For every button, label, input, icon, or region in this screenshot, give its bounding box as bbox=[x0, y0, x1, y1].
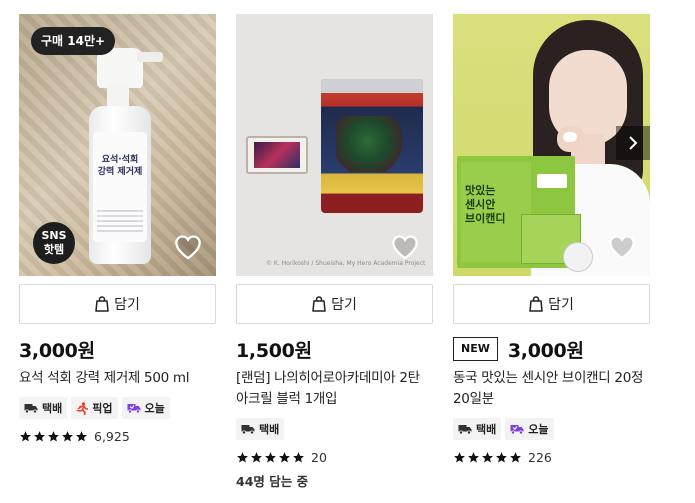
delivery-tag: 택배 bbox=[236, 418, 285, 440]
add-to-cart-label: 담기 bbox=[548, 297, 574, 313]
star-icon bbox=[48, 431, 59, 442]
price-row: 1,500원 bbox=[236, 336, 433, 362]
rating-row: 226 bbox=[453, 450, 650, 465]
tag-label: 택배 bbox=[42, 402, 63, 415]
price-row: 3,000원 bbox=[19, 336, 216, 362]
star-icon bbox=[454, 452, 465, 463]
chevron-right-icon bbox=[629, 136, 638, 150]
bottle-label-fineprint bbox=[97, 210, 143, 232]
review-count: 20 bbox=[311, 450, 327, 465]
rating-row: 20 bbox=[236, 450, 433, 465]
today-delivery-icon bbox=[510, 425, 524, 435]
new-badge: NEW bbox=[453, 337, 498, 361]
star-icon bbox=[279, 452, 290, 463]
next-image-button[interactable] bbox=[616, 126, 650, 160]
sns-hot-item-badge: SNS 핫템 bbox=[33, 222, 75, 264]
star-rating bbox=[453, 451, 522, 464]
star-icon bbox=[237, 452, 248, 463]
tag-label: 픽업 bbox=[92, 402, 113, 415]
blind-pack-artwork bbox=[336, 116, 406, 172]
add-to-cart-button[interactable]: 담기 bbox=[453, 284, 650, 324]
heart-icon[interactable] bbox=[608, 234, 636, 260]
star-icon bbox=[482, 452, 493, 463]
shopping-bag-icon bbox=[529, 296, 543, 312]
star-icon bbox=[265, 452, 276, 463]
add-to-cart-label: 담기 bbox=[331, 297, 357, 313]
today-tag: 오늘 bbox=[505, 418, 554, 440]
add-to-cart-button[interactable]: 담기 bbox=[19, 284, 216, 324]
product-card[interactable]: 요석·석회 강력 제거제 구매 14만+ SNS 핫템 담기 3,000원 요석… bbox=[19, 14, 216, 444]
review-count: 226 bbox=[528, 450, 552, 465]
delivery-tags: 택배 픽업 오늘 bbox=[19, 397, 216, 419]
candy-pill bbox=[563, 132, 577, 142]
product-name[interactable]: 동국 맛있는 센시안 브이캔디 20정 20일분 bbox=[453, 368, 650, 410]
product-image[interactable]: 요석·석회 강력 제거제 구매 14만+ SNS 핫템 bbox=[19, 14, 216, 276]
product-image[interactable]: © K. Horikoshi / Shueisha, My Hero Acade… bbox=[236, 14, 433, 276]
star-icon bbox=[20, 431, 31, 442]
delivery-truck-icon bbox=[458, 425, 472, 435]
delivery-truck-icon bbox=[24, 404, 38, 414]
star-icon bbox=[62, 431, 73, 442]
bottle-label-text: 요석·석회 강력 제거제 bbox=[97, 155, 143, 177]
product-name[interactable]: [랜덤] 나의히어로아카데미아 2탄 아크릴 블럭 1개입 bbox=[236, 368, 433, 410]
star-icon bbox=[496, 452, 507, 463]
product-price: 1,500원 bbox=[236, 339, 312, 362]
product-box-text: 맛있는 센시안 브이캔디 bbox=[465, 184, 506, 225]
product-price: 3,000원 bbox=[507, 339, 584, 362]
delivery-tag: 택배 bbox=[453, 418, 502, 440]
star-icon bbox=[510, 452, 521, 463]
product-price: 3,000원 bbox=[19, 339, 95, 362]
pickup-tag: 픽업 bbox=[71, 397, 118, 419]
delivery-tag: 택배 bbox=[19, 397, 68, 419]
star-icon bbox=[293, 452, 304, 463]
delivery-tags: 택배 오늘 bbox=[453, 418, 650, 440]
heart-icon[interactable] bbox=[391, 234, 419, 260]
tag-label: 택배 bbox=[259, 423, 280, 436]
delivery-truck-icon bbox=[241, 425, 255, 435]
acrylic-block-art bbox=[254, 142, 300, 168]
star-icon bbox=[34, 431, 45, 442]
product-box-badge bbox=[537, 174, 567, 188]
star-rating bbox=[236, 451, 305, 464]
star-icon bbox=[76, 431, 87, 442]
shopping-bag-icon bbox=[312, 296, 326, 312]
product-name[interactable]: 요석 석회 강력 제거제 500 ml bbox=[19, 368, 216, 389]
copyright-text: © K. Horikoshi / Shueisha, My Hero Acade… bbox=[266, 260, 426, 267]
product-card[interactable]: © K. Horikoshi / Shueisha, My Hero Acade… bbox=[236, 14, 433, 490]
star-icon bbox=[468, 452, 479, 463]
rating-row: 6,925 bbox=[19, 429, 216, 444]
tag-label: 오늘 bbox=[144, 402, 165, 415]
star-rating bbox=[19, 430, 88, 443]
shopping-bag-icon bbox=[95, 296, 109, 312]
add-to-cart-button[interactable]: 담기 bbox=[236, 284, 433, 324]
star-icon bbox=[251, 452, 262, 463]
today-delivery-icon bbox=[127, 404, 140, 414]
review-count: 6,925 bbox=[94, 429, 130, 444]
heart-icon[interactable] bbox=[174, 234, 202, 260]
blister-pack bbox=[563, 242, 593, 272]
tag-label: 오늘 bbox=[528, 423, 549, 436]
product-image[interactable]: 맛있는 센시안 브이캔디 bbox=[453, 14, 650, 276]
spray-nozzle bbox=[137, 52, 163, 62]
blind-pack-top bbox=[321, 79, 423, 93]
cart-interest-count: 44명 담는 중 bbox=[236, 474, 309, 489]
pickup-runner-icon bbox=[76, 401, 89, 415]
tag-label: 택배 bbox=[476, 423, 497, 436]
delivery-tags: 택배 bbox=[236, 418, 433, 440]
product-card[interactable]: 맛있는 센시안 브이캔디 담기 NEW 3,000원 동국 맛있는 센시안 브이… bbox=[453, 14, 650, 465]
today-tag: 오늘 bbox=[121, 397, 170, 419]
add-to-cart-label: 담기 bbox=[114, 297, 140, 313]
price-row: NEW 3,000원 bbox=[453, 336, 650, 362]
purchase-count-badge: 구매 14만+ bbox=[31, 27, 116, 55]
